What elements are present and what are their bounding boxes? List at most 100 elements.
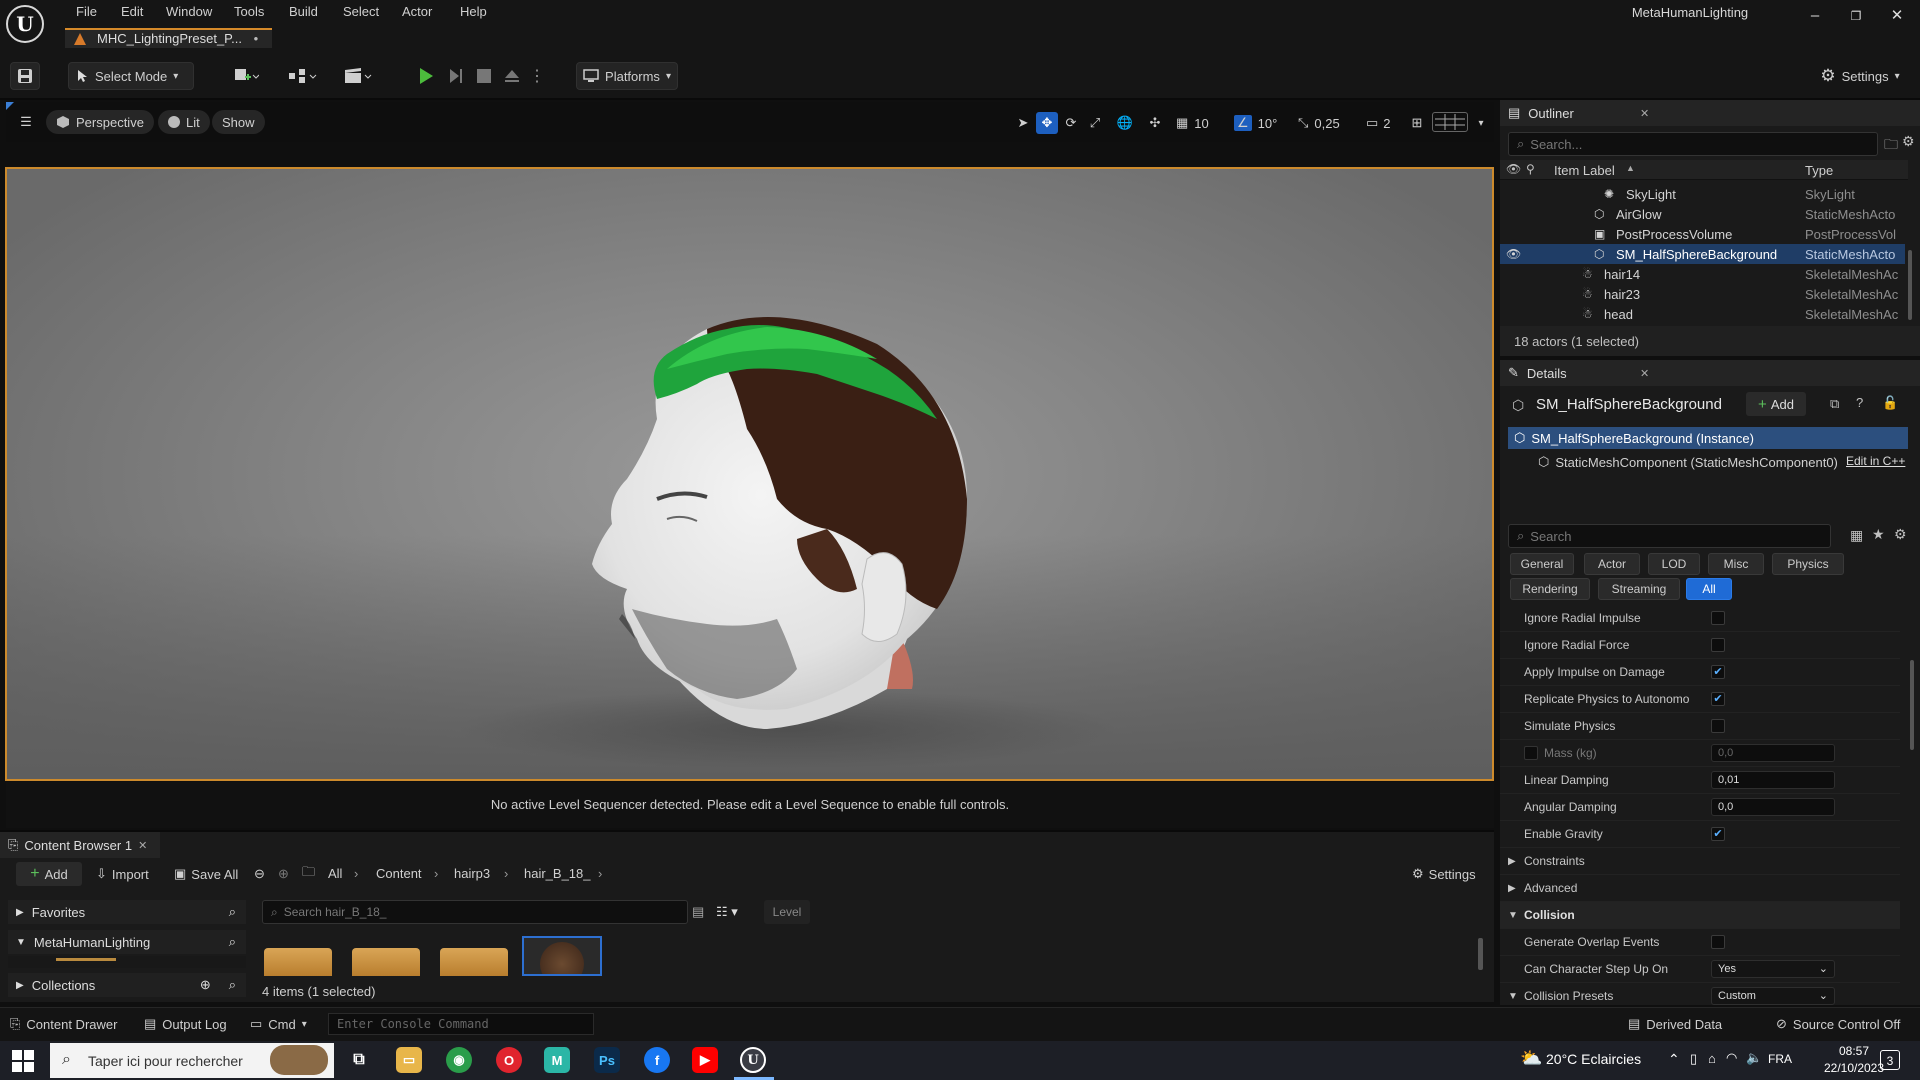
maya-icon[interactable]: M (544, 1047, 570, 1073)
add-content-button[interactable]: + Add (16, 862, 82, 886)
menu-select[interactable]: Select (337, 3, 385, 21)
hamburger-menu-icon[interactable]: ☰ (16, 110, 36, 134)
search-icon[interactable]: ⌕ (229, 977, 236, 993)
breadcrumb-content[interactable]: Content (376, 866, 422, 881)
input-language[interactable]: FRA (1768, 1052, 1792, 1066)
taskbar-search-box[interactable]: ⌕ Taper ici pour rechercher (50, 1043, 334, 1078)
viewport-layout-icon[interactable]: ⊞ (1406, 112, 1428, 134)
prop-group-advanced[interactable]: ▶ Advanced (1500, 875, 1900, 902)
output-log-button[interactable]: ▤ Output Log (144, 1016, 227, 1032)
derived-data-button[interactable]: ▤ Derived Data (1628, 1016, 1722, 1032)
menu-build[interactable]: Build (283, 3, 324, 21)
eject-icon[interactable] (500, 62, 524, 90)
outliner-row-skylight[interactable]: ✺ SkyLight SkyLight (1500, 184, 1905, 204)
cinematics-button[interactable] (338, 62, 378, 90)
category-streaming[interactable]: Streaming (1598, 578, 1680, 600)
outliner-scrollbar[interactable] (1908, 250, 1912, 320)
outliner-row-airglow[interactable]: ⬡ AirGlow StaticMeshActo (1500, 204, 1905, 224)
breadcrumb-all[interactable]: All (328, 866, 342, 881)
search-icon[interactable]: ⌕ (229, 904, 236, 920)
content-search-input[interactable]: ⌕ Search hair_B_18_ (262, 900, 688, 924)
details-tab[interactable]: ✎ Details ✕ (1500, 360, 1920, 386)
windows-start-icon[interactable] (12, 1050, 34, 1072)
weather-text[interactable]: 20°C Eclaircies (1546, 1051, 1641, 1067)
lock-icon[interactable]: 🔓 (1882, 395, 1898, 411)
menu-help[interactable]: Help (454, 3, 493, 21)
mass-override-checkbox[interactable] (1524, 746, 1538, 760)
camera-speed-button[interactable]: ▭ 2 (1362, 112, 1395, 134)
weather-icon[interactable]: ⛅ (1520, 1048, 1542, 1069)
unreal-logo-icon[interactable]: U (6, 5, 44, 43)
favorite-star-icon[interactable]: ★ (1872, 526, 1885, 543)
outliner-search-input[interactable]: ⌕ Search... (1508, 132, 1878, 156)
screen-percentage-icon[interactable] (1432, 112, 1468, 132)
level-filter-chip[interactable]: Level (764, 900, 810, 924)
facebook-icon[interactable]: f (644, 1047, 670, 1073)
perspective-button[interactable]: Perspective (46, 110, 154, 134)
task-view-icon[interactable]: ⧉ (346, 1047, 372, 1073)
outliner-row-postprocess[interactable]: ▣ PostProcessVolume PostProcessVol (1500, 224, 1905, 244)
project-section[interactable]: ▼ MetaHumanLighting ⌕ (8, 930, 246, 954)
settings-dropdown[interactable]: ⚙ Settings ▾ (1812, 62, 1908, 90)
save-search-icon[interactable]: ▤ (692, 904, 704, 920)
show-button[interactable]: Show (212, 110, 265, 134)
opera-icon[interactable]: O (496, 1047, 522, 1073)
breadcrumb-hairp3[interactable]: hairp3 (454, 866, 490, 881)
category-lod[interactable]: LOD (1648, 553, 1700, 575)
play-icon[interactable] (414, 62, 438, 90)
stop-icon[interactable] (472, 62, 496, 90)
close-tab-icon[interactable]: ✕ (1640, 107, 1649, 120)
details-add-component-button[interactable]: + Add (1746, 392, 1806, 416)
rotate-tool-icon[interactable]: ⟳ (1060, 112, 1082, 134)
folder-tree[interactable] (8, 956, 246, 968)
add-actor-button[interactable] (226, 62, 266, 90)
content-browser-settings[interactable]: ⚙ Settings (1412, 862, 1476, 886)
chrome-icon[interactable]: ◉ (446, 1047, 472, 1073)
notifications-icon[interactable]: 3 (1880, 1050, 1900, 1070)
history-back-icon[interactable]: ⊖ (254, 862, 265, 886)
details-search-input[interactable]: ⌕ Search (1508, 524, 1831, 548)
help-icon[interactable]: ? (1856, 395, 1863, 410)
category-actor[interactable]: Actor (1584, 553, 1640, 575)
can-step-up-dropdown[interactable]: Yes ⌄ (1711, 960, 1835, 978)
menu-tools[interactable]: Tools (228, 3, 270, 21)
category-misc[interactable]: Misc (1708, 553, 1764, 575)
play-options-icon[interactable]: ⋮ (529, 62, 545, 90)
unreal-taskbar-icon[interactable]: U (740, 1047, 766, 1073)
outliner-row-hair23[interactable]: ☃ hair23 SkeletalMeshAc (1500, 284, 1905, 304)
scale-tool-icon[interactable]: ⤢ (1084, 112, 1106, 134)
gear-icon[interactable]: ⚙ (1894, 526, 1907, 543)
volume-icon[interactable]: 🔈 (1746, 1050, 1762, 1066)
menu-actor[interactable]: Actor (396, 3, 438, 21)
select-mode-dropdown[interactable]: Select Mode ▾ (68, 62, 194, 90)
content-scrollbar[interactable] (1478, 938, 1483, 970)
lit-button[interactable]: Lit (158, 110, 210, 134)
folder-item[interactable] (264, 948, 332, 976)
section-collision[interactable]: ▼ Collision (1500, 902, 1900, 929)
tray-chevron-up-icon[interactable]: ⌃ (1668, 1051, 1680, 1068)
collision-presets-dropdown[interactable]: Custom ⌄ (1711, 987, 1835, 1005)
chevron-down-icon[interactable]: ▾ (1470, 112, 1492, 134)
console-command-input[interactable]: Enter Console Command (328, 1013, 594, 1035)
add-collection-icon[interactable]: ⊕ (200, 977, 211, 993)
import-button[interactable]: ⇩ Import (96, 862, 149, 886)
category-physics[interactable]: Physics (1772, 553, 1844, 575)
step-icon[interactable] (444, 62, 468, 90)
grid-snap-toggle[interactable]: ▦ 10 (1172, 112, 1213, 134)
ignore-radial-impulse-checkbox[interactable] (1711, 611, 1725, 625)
close-tab-icon[interactable]: ✕ (138, 839, 147, 852)
breadcrumb-hair-b-18[interactable]: hair_B_18_ (524, 866, 591, 881)
surface-snap-icon[interactable]: ✣ (1144, 112, 1166, 134)
rotation-snap-toggle[interactable]: ∠ 10° (1230, 112, 1281, 134)
file-explorer-icon[interactable]: ▭ (396, 1047, 422, 1073)
details-scrollbar[interactable] (1910, 660, 1914, 750)
col-type[interactable]: Type (1805, 163, 1833, 178)
wifi-icon[interactable]: ◠ (1726, 1050, 1737, 1066)
network-icon[interactable]: ⌂ (1708, 1051, 1716, 1066)
replicate-physics-checkbox[interactable]: ✔ (1711, 692, 1725, 706)
world-space-icon[interactable]: 🌐 (1114, 112, 1136, 134)
outliner-row-hair14[interactable]: ☃ hair14 SkeletalMeshAc (1500, 264, 1905, 284)
blueprint-button[interactable] (282, 62, 322, 90)
outliner-tab[interactable]: ▤ Outliner ✕ (1500, 100, 1920, 126)
ignore-radial-force-checkbox[interactable] (1711, 638, 1725, 652)
